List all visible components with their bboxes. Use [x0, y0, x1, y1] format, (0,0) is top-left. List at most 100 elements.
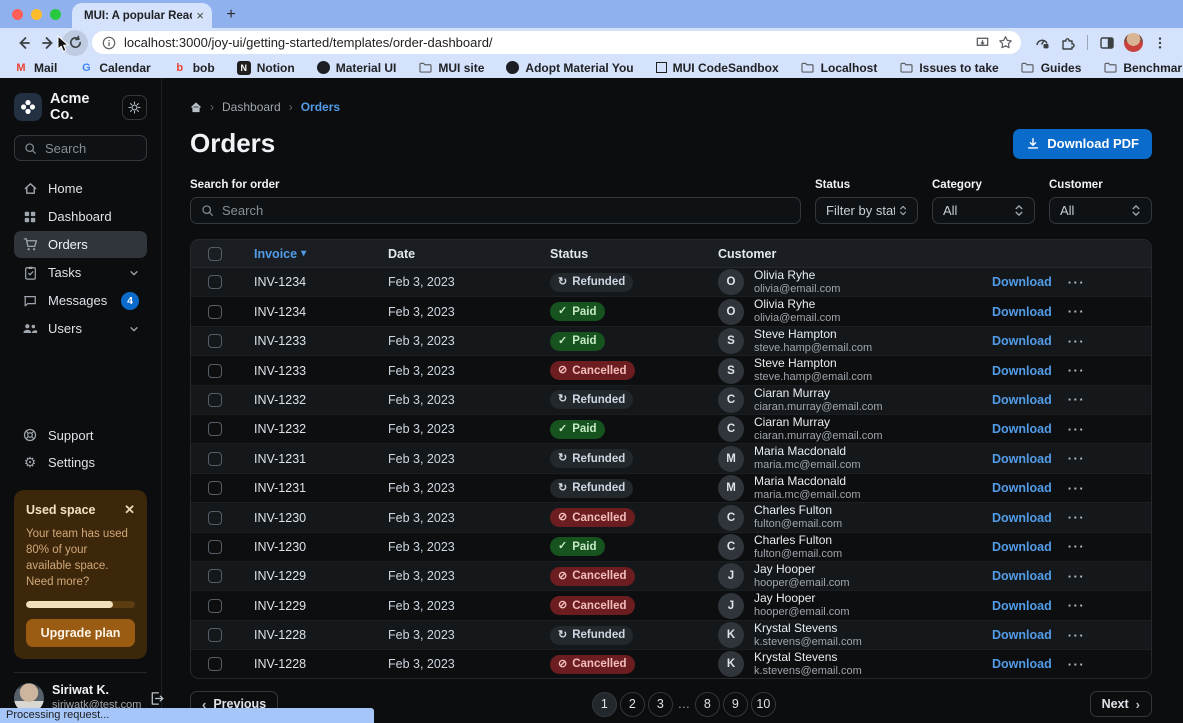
bookmark-notion[interactable]: NNotion	[237, 61, 295, 75]
breadcrumb-home-icon[interactable]	[190, 101, 202, 113]
more-options-icon[interactable]: ···	[1068, 598, 1086, 613]
more-options-icon[interactable]: ···	[1068, 334, 1086, 349]
download-pdf-button[interactable]: Download PDF	[1013, 129, 1152, 159]
bookmark-issues-to-take[interactable]: Issues to take	[899, 61, 998, 75]
row-checkbox[interactable]	[208, 334, 222, 348]
sidebar-item-tasks[interactable]: Tasks	[14, 259, 147, 286]
download-link[interactable]: Download	[992, 422, 1052, 436]
row-checkbox[interactable]	[208, 422, 222, 436]
page-button-8[interactable]: 8	[695, 692, 720, 717]
sidebar-search-input[interactable]: Search	[14, 135, 147, 161]
download-link[interactable]: Download	[992, 452, 1052, 466]
sort-descending-icon[interactable]: ▾	[301, 248, 306, 259]
bookmark-calendar[interactable]: GCalendar	[79, 61, 150, 75]
download-link[interactable]: Download	[992, 540, 1052, 554]
row-checkbox[interactable]	[208, 305, 222, 319]
row-checkbox[interactable]	[208, 393, 222, 407]
browser-menu-icon[interactable]	[1147, 30, 1173, 56]
bookmark-localhost[interactable]: Localhost	[801, 61, 878, 75]
sidebar-item-dashboard[interactable]: Dashboard	[14, 203, 147, 230]
sidebar-item-orders[interactable]: Orders	[14, 231, 147, 258]
page-button-2[interactable]: 2	[620, 692, 645, 717]
row-checkbox[interactable]	[208, 628, 222, 642]
download-link[interactable]: Download	[992, 569, 1052, 583]
url-text[interactable]: localhost:3000/joy-ui/getting-started/te…	[124, 35, 967, 50]
bookmark-mui-site[interactable]: MUI site	[418, 61, 484, 75]
sidebar-item-settings[interactable]: ⚙ Settings	[14, 449, 147, 476]
upgrade-plan-button[interactable]: Upgrade plan	[26, 619, 135, 647]
breadcrumb-dashboard[interactable]: Dashboard	[222, 100, 281, 114]
side-panel-icon[interactable]	[1094, 30, 1120, 56]
breadcrumb-orders[interactable]: Orders	[301, 100, 340, 114]
theme-toggle-button[interactable]	[122, 95, 147, 120]
more-options-icon[interactable]: ···	[1068, 451, 1086, 466]
more-options-icon[interactable]: ···	[1068, 481, 1086, 496]
customer-filter-select[interactable]: All	[1049, 197, 1152, 224]
row-checkbox[interactable]	[208, 364, 222, 378]
sidebar-item-home[interactable]: Home	[14, 175, 147, 202]
row-checkbox[interactable]	[208, 275, 222, 289]
page-button-3[interactable]: 3	[648, 692, 673, 717]
extensions-icon[interactable]	[1055, 30, 1081, 56]
more-options-icon[interactable]: ···	[1068, 539, 1086, 554]
bookmark-guides[interactable]: Guides	[1021, 61, 1082, 75]
performance-icon[interactable]	[1029, 30, 1055, 56]
more-options-icon[interactable]: ···	[1068, 275, 1086, 290]
sidebar-item-users[interactable]: Users	[14, 315, 147, 342]
row-checkbox[interactable]	[208, 511, 222, 525]
browser-tab[interactable]: MUI: A popular React UI fram ×	[72, 3, 212, 28]
new-tab-button[interactable]: +	[220, 4, 242, 26]
row-checkbox[interactable]	[208, 657, 222, 671]
status-filter-select[interactable]: Filter by status	[815, 197, 918, 224]
bookmark-adopt-material-you[interactable]: Adopt Material You	[506, 61, 633, 75]
next-page-button[interactable]: Next›	[1090, 691, 1152, 717]
select-all-checkbox[interactable]	[208, 247, 222, 261]
row-checkbox[interactable]	[208, 481, 222, 495]
bookmark-mail[interactable]: MMail	[14, 61, 57, 75]
download-link[interactable]: Download	[992, 628, 1052, 642]
more-options-icon[interactable]: ···	[1068, 304, 1086, 319]
maximize-window-button[interactable]	[50, 9, 61, 20]
download-link[interactable]: Download	[992, 599, 1052, 613]
order-search-input[interactable]: Search	[190, 197, 801, 224]
window-controls[interactable]	[12, 9, 61, 20]
download-link[interactable]: Download	[992, 275, 1052, 289]
page-button-10[interactable]: 10	[751, 692, 776, 717]
more-options-icon[interactable]: ···	[1068, 422, 1086, 437]
row-checkbox[interactable]	[208, 540, 222, 554]
row-checkbox[interactable]	[208, 452, 222, 466]
sidebar-item-support[interactable]: Support	[14, 422, 147, 449]
bookmark-material-ui[interactable]: Material UI	[317, 61, 397, 75]
category-filter-select[interactable]: All	[932, 197, 1035, 224]
more-options-icon[interactable]: ···	[1068, 628, 1086, 643]
download-link[interactable]: Download	[992, 334, 1052, 348]
more-options-icon[interactable]: ···	[1068, 510, 1086, 525]
page-button-1[interactable]: 1	[592, 692, 617, 717]
address-bar[interactable]: localhost:3000/joy-ui/getting-started/te…	[92, 31, 1021, 54]
site-info-icon[interactable]	[102, 36, 116, 50]
back-icon[interactable]	[10, 30, 36, 56]
browser-profile-avatar[interactable]	[1124, 33, 1143, 52]
minimize-window-button[interactable]	[31, 9, 42, 20]
more-options-icon[interactable]: ···	[1068, 363, 1086, 378]
close-window-button[interactable]	[12, 9, 23, 20]
download-link[interactable]: Download	[992, 511, 1052, 525]
install-app-icon[interactable]	[975, 35, 990, 50]
more-options-icon[interactable]: ···	[1068, 569, 1086, 584]
page-button-9[interactable]: 9	[723, 692, 748, 717]
bookmark-star-icon[interactable]	[998, 35, 1013, 50]
row-checkbox[interactable]	[208, 599, 222, 613]
bookmark-bob[interactable]: bbob	[173, 61, 215, 75]
download-link[interactable]: Download	[992, 393, 1052, 407]
more-options-icon[interactable]: ···	[1068, 392, 1086, 407]
download-link[interactable]: Download	[992, 364, 1052, 378]
bookmark-benchmarks[interactable]: Benchmarks	[1103, 61, 1183, 75]
close-icon[interactable]: ✕	[124, 502, 135, 518]
sidebar-item-messages[interactable]: Messages 4	[14, 287, 147, 314]
tab-close-icon[interactable]: ×	[196, 9, 204, 22]
download-link[interactable]: Download	[992, 481, 1052, 495]
bookmark-mui-codesandbox[interactable]: MUI CodeSandbox	[656, 61, 779, 75]
acme-logo[interactable]	[14, 93, 42, 121]
more-options-icon[interactable]: ···	[1068, 657, 1086, 672]
column-header-invoice[interactable]: Invoice▾	[239, 247, 373, 261]
